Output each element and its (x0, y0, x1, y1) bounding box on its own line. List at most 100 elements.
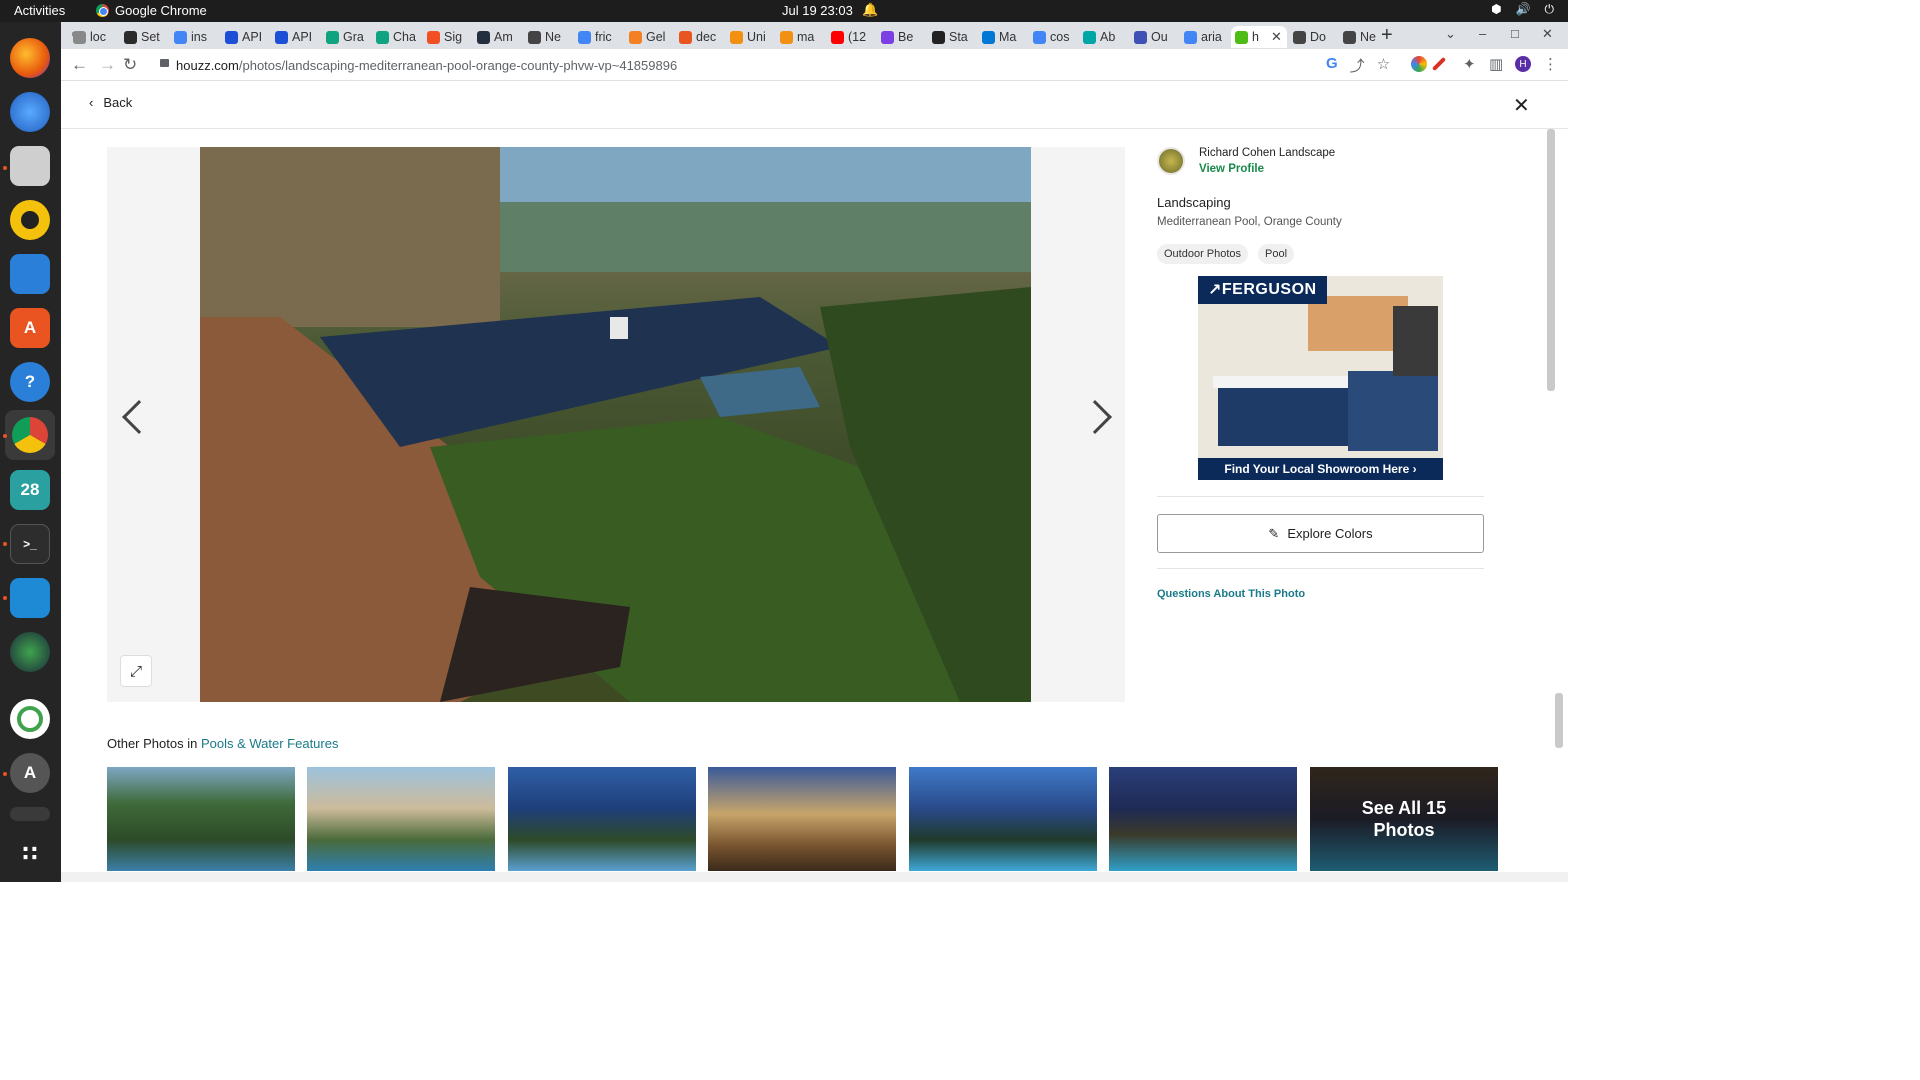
questions-link[interactable]: Questions About This Photo (1157, 588, 1305, 600)
restore-button[interactable]: □ (1511, 26, 1519, 41)
back-arrow-icon[interactable]: ← (71, 55, 88, 75)
horizontal-scrollbar[interactable] (61, 872, 1568, 882)
see-all-photos-tile[interactable]: See All 15 Photos (1310, 767, 1498, 871)
tab[interactable]: loc (69, 26, 118, 48)
thunderbird-icon[interactable] (10, 92, 50, 132)
tab[interactable]: ins (170, 26, 219, 48)
side-panel-icon[interactable]: ▥ (1489, 55, 1503, 73)
tab[interactable]: Uni (726, 26, 775, 48)
firefox-icon[interactable] (10, 38, 50, 78)
thumbnail-photo[interactable] (307, 767, 495, 871)
share-icon[interactable]: ⤴ (1350, 55, 1365, 76)
color-extension-icon[interactable] (1411, 56, 1427, 72)
pen-extension-icon[interactable] (1431, 56, 1447, 72)
writer-icon[interactable] (10, 254, 50, 294)
tab[interactable]: cos (1029, 26, 1078, 48)
page-scrollbar-thumb[interactable] (1555, 693, 1563, 748)
tab[interactable]: Be (877, 26, 926, 48)
software-center-icon[interactable]: A (10, 308, 50, 348)
tab[interactable]: aria (1180, 26, 1229, 48)
app-menu[interactable]: Google Chrome (96, 3, 207, 18)
tab[interactable]: Set (120, 26, 169, 48)
tab[interactable]: h ✕ (1231, 26, 1287, 48)
tab-label: API (242, 30, 263, 44)
tab[interactable]: Cha (372, 26, 421, 48)
expand-icon[interactable]: ⤢ (120, 655, 152, 687)
clock[interactable]: Jul 19 23:03 (782, 3, 853, 18)
tab[interactable]: Gel (625, 26, 674, 48)
app-grid-icon[interactable]: ∷ (10, 834, 50, 874)
google-lens-icon[interactable]: G (1326, 55, 1338, 76)
thumbnail-photo[interactable] (1109, 767, 1297, 871)
sidebar-scrollbar-thumb[interactable] (1547, 129, 1555, 391)
camera-icon[interactable] (10, 632, 50, 672)
drive-icon[interactable] (10, 807, 50, 821)
tab-label: API (292, 30, 313, 44)
ad-cta[interactable]: Find Your Local Showroom Here › (1198, 458, 1443, 480)
updater-icon[interactable]: A (10, 753, 50, 793)
tab[interactable]: Do (1289, 26, 1338, 48)
pro-name[interactable]: Richard Cohen Landscape (1199, 147, 1335, 159)
tab[interactable]: Gra (322, 26, 371, 48)
tab-label: fric (595, 30, 612, 44)
activities-button[interactable]: Activities (14, 3, 65, 18)
tab[interactable]: fric (574, 26, 623, 48)
forward-arrow-icon[interactable]: → (99, 55, 116, 75)
rhythmbox-icon[interactable] (10, 200, 50, 240)
previous-photo-chevron-icon[interactable] (122, 400, 156, 434)
tab[interactable]: Ou (1130, 26, 1179, 48)
bell-icon: 🔔 (862, 2, 879, 17)
pro-avatar[interactable] (1157, 147, 1185, 175)
explore-colors-label: Explore Colors (1287, 526, 1373, 541)
profile-avatar[interactable]: H (1515, 56, 1531, 72)
minimize-button[interactable]: – (1479, 26, 1486, 41)
extensions-puzzle-icon[interactable]: ✦ (1463, 55, 1476, 73)
system-tray[interactable]: ⬢ 🔊 ⏻ (1491, 2, 1554, 17)
vscode-icon[interactable] (10, 578, 50, 618)
refresh-app-icon[interactable] (10, 699, 50, 739)
tab[interactable]: Sig (423, 26, 472, 48)
tab[interactable]: (12 (827, 26, 876, 48)
tab[interactable]: ma (776, 26, 825, 48)
chrome-menu-icon[interactable]: ⋮ (1543, 55, 1558, 73)
bookmark-star-icon[interactable]: ☆ (1377, 55, 1390, 76)
close-window-button[interactable]: ✕ (1542, 26, 1553, 42)
tab[interactable]: Ma (978, 26, 1027, 48)
files-icon[interactable] (10, 146, 50, 186)
main-photo[interactable] (200, 147, 1031, 702)
new-tab-button[interactable]: + (1381, 24, 1393, 47)
view-profile-link[interactable]: View Profile (1199, 163, 1264, 175)
other-photos-category-link[interactable]: Pools & Water Features (201, 736, 339, 751)
explore-colors-button[interactable]: ✎ Explore Colors (1157, 514, 1484, 553)
tab-close-icon[interactable]: ✕ (1271, 29, 1282, 45)
close-icon[interactable]: ✕ (1513, 93, 1530, 118)
thumbnail-photo[interactable] (909, 767, 1097, 871)
tab-favicon-icon (174, 30, 187, 44)
tag-chip-outdoor-photos[interactable]: Outdoor Photos (1157, 244, 1249, 264)
tab[interactable]: Ab (1079, 26, 1128, 48)
calendar-icon[interactable]: 28 (10, 470, 50, 510)
tab-favicon-icon (275, 30, 288, 44)
tab[interactable]: API (271, 26, 320, 48)
help-icon[interactable]: ? (10, 362, 50, 402)
next-photo-chevron-icon[interactable] (1078, 400, 1112, 434)
back-link[interactable]: ‹ Back (89, 95, 132, 110)
tab[interactable]: Am (473, 26, 522, 48)
address-bar[interactable]: houzz.com/photos/landscaping-mediterrane… (176, 49, 677, 81)
chrome-dock-item[interactable] (5, 410, 55, 460)
ferguson-ad[interactable]: ↗ FERGUSON Find Your Local Showroom Here … (1198, 276, 1443, 480)
thumbnail-photo[interactable] (107, 767, 295, 871)
tab-list-chevron-icon[interactable]: ⌄ (1445, 26, 1456, 42)
tab[interactable]: dec (675, 26, 724, 48)
tab-label: Am (494, 30, 513, 44)
tab-label: Ne (545, 30, 561, 44)
reload-icon[interactable]: ↻ (123, 55, 137, 75)
tag-chip-pool[interactable]: Pool (1258, 244, 1295, 264)
terminal-icon[interactable]: >_ (10, 524, 50, 564)
tab[interactable]: API (221, 26, 270, 48)
thumbnail-photo[interactable] (708, 767, 896, 871)
tab-label: Set (141, 30, 160, 44)
thumbnail-photo[interactable] (508, 767, 696, 871)
tab[interactable]: Sta (928, 26, 977, 48)
tab[interactable]: Ne (524, 26, 573, 48)
